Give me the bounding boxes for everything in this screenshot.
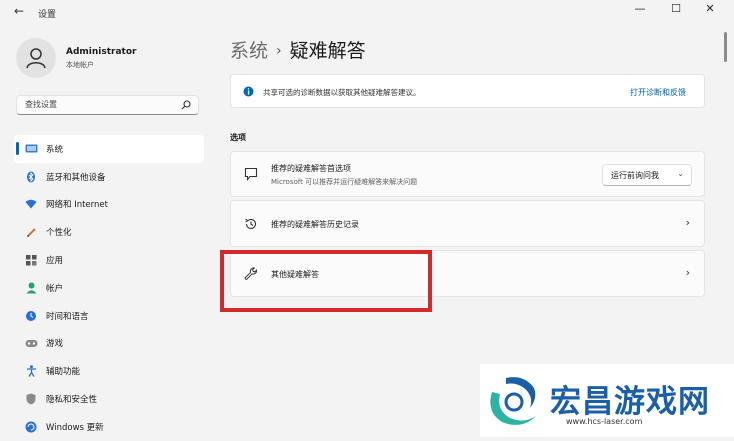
sidebar-item-personalization[interactable]: 个性化 [14, 218, 204, 246]
sidebar-item-label: 帐户 [46, 283, 64, 294]
sidebar-item-system[interactable]: 系统 [14, 135, 204, 163]
sidebar-item-label: 隐私和安全性 [46, 395, 98, 406]
search-icon [181, 100, 191, 110]
app-title: 设置 [38, 10, 57, 20]
sidebar-item-label: 网络和 Internet [46, 200, 108, 211]
troubleshooter-preference-dropdown[interactable]: 运行前询问我 ⌄ [602, 164, 692, 186]
privacy-shield-icon [24, 392, 38, 406]
wifi-icon [24, 197, 38, 211]
chevron-right-icon: › [685, 266, 690, 279]
windows-update-icon [24, 420, 38, 434]
sidebar-item-gaming[interactable]: 游戏 [14, 330, 204, 358]
accessibility-icon [24, 364, 38, 378]
system-icon [24, 142, 38, 156]
sidebar-item-accessibility[interactable]: 辅助功能 [14, 357, 204, 385]
section-label: 选项 [230, 133, 246, 142]
time-language-icon [24, 309, 38, 323]
sidebar-nav: 系统 蓝牙和其他设备 网络和 Internet 个性化 应用 帐户 时间和语言 … [14, 135, 204, 441]
card-title: 推荐的疑难解答历史记录 [271, 220, 359, 229]
info-icon [243, 86, 254, 97]
info-bar: 共享可选的诊断数据以获取其他疑难解答建议。 打开诊断和反馈 [230, 74, 705, 108]
title-bar: ← 设置 — ☐ ✕ [0, 0, 734, 26]
watermark-logo [490, 377, 536, 425]
sidebar-item-label: 游戏 [46, 339, 64, 350]
breadcrumb-parent[interactable]: 系统 [230, 40, 268, 62]
troubleshooter-history-card[interactable]: 推荐的疑难解答历史记录 › [230, 200, 705, 247]
search-input[interactable] [23, 99, 177, 110]
gaming-icon [24, 336, 38, 350]
dropdown-value: 运行前询问我 [611, 171, 659, 180]
pen-icon [24, 225, 38, 239]
recommended-troubleshooter-preferences-card[interactable]: 推荐的疑难解答首选项 Microsoft 可以推荐并运行疑难解答来解决问题 运行… [230, 151, 705, 197]
sidebar-item-label: Windows 更新 [46, 422, 104, 433]
card-subtitle: Microsoft 可以推荐并运行疑难解答来解决问题 [271, 178, 418, 186]
apps-icon [24, 253, 38, 267]
selection-indicator [16, 142, 19, 155]
profile-account-type: 本地帐户 [66, 61, 94, 69]
breadcrumb-separator: › [276, 43, 282, 59]
profile-name: Administrator [66, 47, 137, 57]
scrollbar[interactable] [724, 32, 727, 62]
page-title: 疑难解答 [289, 40, 366, 62]
sidebar-item-apps[interactable]: 应用 [14, 246, 204, 274]
sidebar-item-privacy[interactable]: 隐私和安全性 [14, 385, 204, 413]
account-icon [24, 281, 38, 295]
watermark-url: www.hcs-laser.com [566, 417, 643, 426]
history-icon [245, 218, 257, 229]
chevron-down-icon: ⌄ [677, 169, 684, 178]
sidebar-item-label: 系统 [46, 144, 64, 155]
back-arrow-icon[interactable]: ← [14, 4, 24, 18]
watermark-title: 宏昌游戏网 [550, 384, 710, 420]
open-diagnostics-link[interactable]: 打开诊断和反馈 [630, 87, 686, 98]
bluetooth-icon [24, 170, 38, 184]
highlight-box [220, 250, 432, 312]
sidebar-item-accounts[interactable]: 帐户 [14, 274, 204, 302]
chat-bubble-icon [244, 167, 258, 181]
sidebar-item-bluetooth[interactable]: 蓝牙和其他设备 [14, 163, 204, 191]
avatar[interactable] [16, 38, 56, 78]
breadcrumb: 系统 › 疑难解答 [230, 36, 366, 63]
search-box[interactable] [16, 95, 199, 115]
sidebar-item-network[interactable]: 网络和 Internet [14, 191, 204, 219]
maximize-button[interactable]: ☐ [664, 2, 688, 15]
sidebar-item-label: 辅助功能 [46, 367, 81, 378]
sidebar-item-label: 个性化 [46, 228, 72, 239]
minimize-button[interactable]: — [628, 2, 652, 15]
sidebar-item-time-language[interactable]: 时间和语言 [14, 302, 204, 330]
info-text: 共享可选的诊断数据以获取其他疑难解答建议。 [263, 88, 421, 97]
card-title: 推荐的疑难解答首选项 [271, 164, 351, 173]
sidebar-item-label: 时间和语言 [46, 311, 89, 322]
chevron-right-icon: › [685, 216, 690, 229]
user-icon [26, 48, 46, 69]
close-button[interactable]: ✕ [698, 2, 722, 15]
sidebar-item-label: 应用 [46, 256, 64, 267]
sidebar-item-label: 蓝牙和其他设备 [46, 172, 106, 183]
